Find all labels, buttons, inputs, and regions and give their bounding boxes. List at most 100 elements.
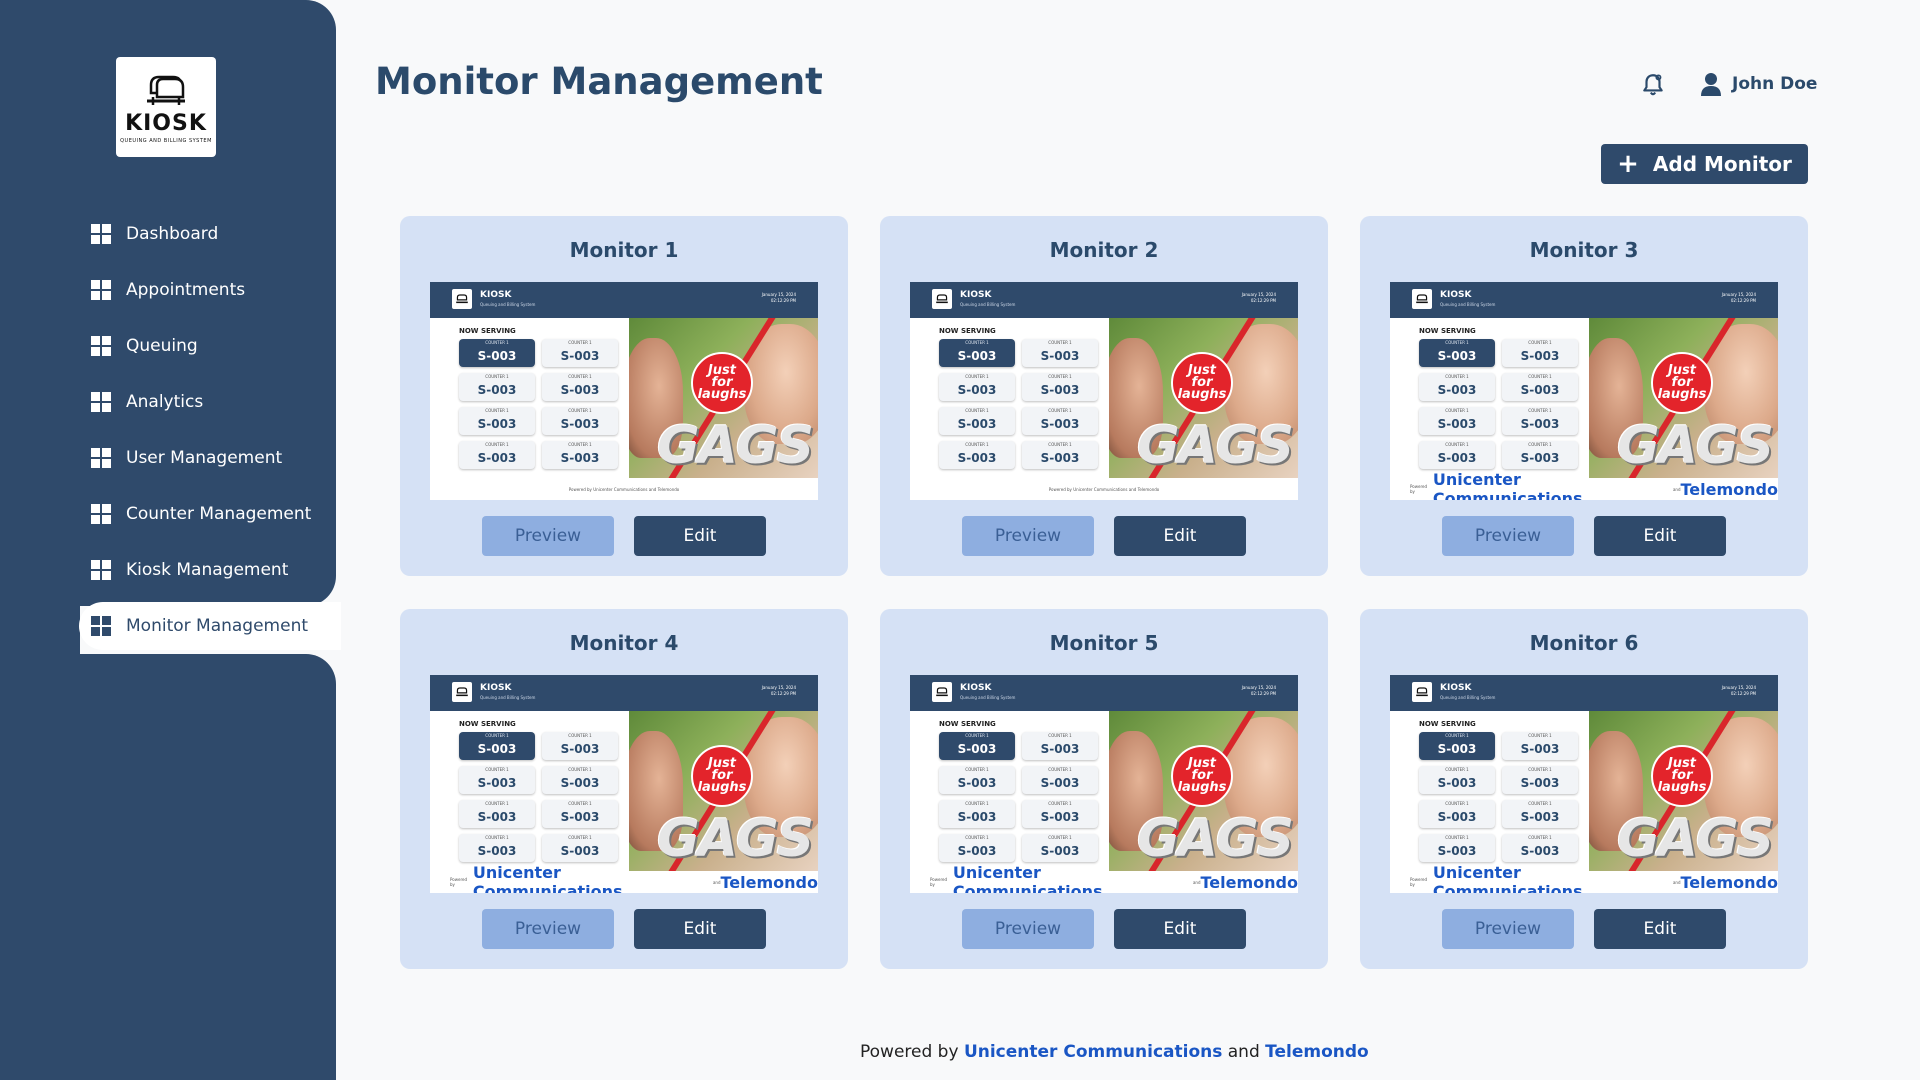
ad-badge: Just for laughs — [691, 352, 753, 414]
edit-button[interactable]: Edit — [1594, 909, 1726, 949]
thumb-time: 02:12:29 PM — [770, 298, 796, 303]
preview-button[interactable]: Preview — [482, 909, 614, 949]
ticket-number: S-003 — [957, 383, 997, 397]
ad-text-laughs: laughs — [1177, 780, 1227, 795]
edit-button[interactable]: Edit — [1114, 516, 1246, 556]
counter-label: COUNTER 1 — [965, 408, 989, 413]
counter-slots: COUNTER 1 S-003 COUNTER 1 S-003 COUNTER 1 S-0… — [459, 339, 618, 469]
counter-label: COUNTER 1 — [1048, 408, 1072, 413]
sidebar-item-monitor-management[interactable]: Monitor Management — [79, 602, 341, 650]
thumb-footer-powered: Powered by — [450, 877, 468, 887]
sidebar-item-analytics[interactable]: Analytics — [79, 378, 333, 426]
footer-link-unicenter[interactable]: Unicenter Communications — [964, 1042, 1222, 1062]
sidebar-item-counter-management[interactable]: Counter Management — [79, 490, 333, 538]
sidebar-item-label: Appointments — [126, 280, 246, 300]
thumb-brand-sub: Queuing and Billing System — [480, 302, 536, 307]
preview-button[interactable]: Preview — [962, 909, 1094, 949]
counter-label: COUNTER 1 — [965, 733, 989, 738]
counter-label: COUNTER 1 — [485, 408, 509, 413]
ad-brand: GAGS — [1137, 809, 1294, 869]
ticket-number: S-003 — [477, 844, 517, 858]
counter-slot: COUNTER 1 S-003 — [542, 373, 618, 401]
thumb-footer-company1: Unicenter Communications — [1432, 863, 1583, 893]
preview-button[interactable]: Preview — [962, 516, 1094, 556]
ticket-number: S-003 — [560, 383, 600, 397]
sidebar-item-queuing[interactable]: Queuing — [79, 322, 333, 370]
sidebar-item-label: Counter Management — [126, 504, 312, 524]
counter-slot: COUNTER 1 S-003 — [1419, 800, 1495, 828]
counter-slot: COUNTER 1 S-003 — [542, 800, 618, 828]
thumb-brand-sub: Queuing and Billing System — [960, 695, 1016, 700]
footer-link-telemondo[interactable]: Telemondo — [1265, 1042, 1369, 1062]
counter-slot: COUNTER 1 S-003 — [1419, 407, 1495, 435]
monitor-thumbnail[interactable]: KIOSK Queuing and Billing System January 1… — [430, 282, 818, 500]
thumb-datetime: January 15, 2024 02:12:29 PM — [1722, 292, 1756, 304]
monitor-thumbnail[interactable]: KIOSK Queuing and Billing System January 1… — [910, 675, 1298, 893]
ticket-number: S-003 — [957, 417, 997, 431]
kiosk-logo[interactable]: KIOSK QUEUING AND BILLING SYSTEM — [116, 57, 216, 157]
counter-slot: COUNTER 1 S-003 — [1022, 800, 1098, 828]
counter-label: COUNTER 1 — [568, 733, 592, 738]
preview-button[interactable]: Preview — [1442, 516, 1574, 556]
thumb-footer-company2: Telemondo — [1680, 872, 1778, 892]
ticket-number: S-003 — [477, 417, 517, 431]
ad-brand: GAGS — [1617, 416, 1774, 476]
preview-button[interactable]: Preview — [482, 516, 614, 556]
thumb-brand-sub: Queuing and Billing System — [480, 695, 536, 700]
counter-label: COUNTER 1 — [1528, 408, 1552, 413]
sidebar-item-kiosk-management[interactable]: Kiosk Management — [79, 546, 333, 594]
thumb-footer-and: and — [1672, 879, 1681, 885]
bell-icon[interactable] — [1640, 72, 1666, 98]
ticket-number: S-003 — [1520, 451, 1560, 465]
ticket-number: S-003 — [957, 776, 997, 790]
counter-label: COUNTER 1 — [1445, 767, 1469, 772]
counter-slot: COUNTER 1 S-003 — [459, 441, 535, 469]
ad-badge: Just for laughs — [1651, 745, 1713, 807]
ticket-number: S-003 — [560, 451, 600, 465]
advertisement-image: Just for laughs GAGS — [1109, 318, 1298, 478]
counter-label: COUNTER 1 — [1048, 835, 1072, 840]
sidebar-bottom-panel — [0, 654, 336, 1080]
ticket-number: S-003 — [560, 349, 600, 363]
preview-button[interactable]: Preview — [1442, 909, 1574, 949]
monitor-thumbnail[interactable]: KIOSK Queuing and Billing System January 1… — [1390, 282, 1778, 500]
thumb-logo-icon — [452, 289, 472, 309]
counter-label: COUNTER 1 — [965, 767, 989, 772]
monitor-card: Monitor 6 KIOSK Queuing and Billing System… — [1360, 609, 1808, 969]
counter-slot: COUNTER 1 S-003 — [459, 766, 535, 794]
monitor-thumbnail[interactable]: KIOSK Queuing and Billing System January 1… — [1390, 675, 1778, 893]
counter-slot: COUNTER 1 S-003 — [1502, 732, 1578, 760]
thumb-header: KIOSK Queuing and Billing System January 1… — [430, 282, 818, 318]
edit-button[interactable]: Edit — [1594, 516, 1726, 556]
footer: Powered by Unicenter Communications and … — [860, 1042, 1369, 1062]
counter-slot: COUNTER 1 S-003 — [1502, 373, 1578, 401]
counter-slot: COUNTER 1 S-003 — [1022, 766, 1098, 794]
monitor-title: Monitor 1 — [569, 238, 679, 262]
sidebar-item-user-management[interactable]: User Management — [79, 434, 333, 482]
sidebar-item-appointments[interactable]: Appointments — [79, 266, 333, 314]
ticket-number: S-003 — [1520, 383, 1560, 397]
add-monitor-button[interactable]: + Add Monitor — [1601, 144, 1808, 184]
monitor-thumbnail[interactable]: KIOSK Queuing and Billing System January 1… — [910, 282, 1298, 500]
ticket-number: S-003 — [1437, 383, 1477, 397]
thumb-brand: KIOSK — [1440, 683, 1472, 693]
user-icon — [1701, 73, 1721, 96]
plus-icon: + — [1617, 149, 1639, 179]
grid-icon — [91, 280, 111, 300]
counter-slot: COUNTER 1 S-003 — [939, 766, 1015, 794]
user-menu[interactable]: John Doe — [1700, 72, 1817, 96]
edit-button[interactable]: Edit — [634, 516, 766, 556]
edit-button[interactable]: Edit — [634, 909, 766, 949]
sidebar-item-dashboard[interactable]: Dashboard — [79, 210, 333, 258]
counter-slot: COUNTER 1 S-003 — [1022, 441, 1098, 469]
now-serving-label: NOW SERVING — [939, 720, 996, 728]
thumb-footer-and: and — [712, 879, 721, 885]
footer-and: and — [1227, 1042, 1260, 1062]
counter-label: COUNTER 1 — [1445, 801, 1469, 806]
counter-slot: COUNTER 1 S-003 — [939, 441, 1015, 469]
monitor-thumbnail[interactable]: KIOSK Queuing and Billing System January 1… — [430, 675, 818, 893]
edit-button[interactable]: Edit — [1114, 909, 1246, 949]
ticket-number: S-003 — [477, 810, 517, 824]
counter-slot: COUNTER 1 S-003 — [1419, 732, 1495, 760]
thumb-footer: Powered by Unicenter Communications and Tel… — [1390, 863, 1778, 893]
